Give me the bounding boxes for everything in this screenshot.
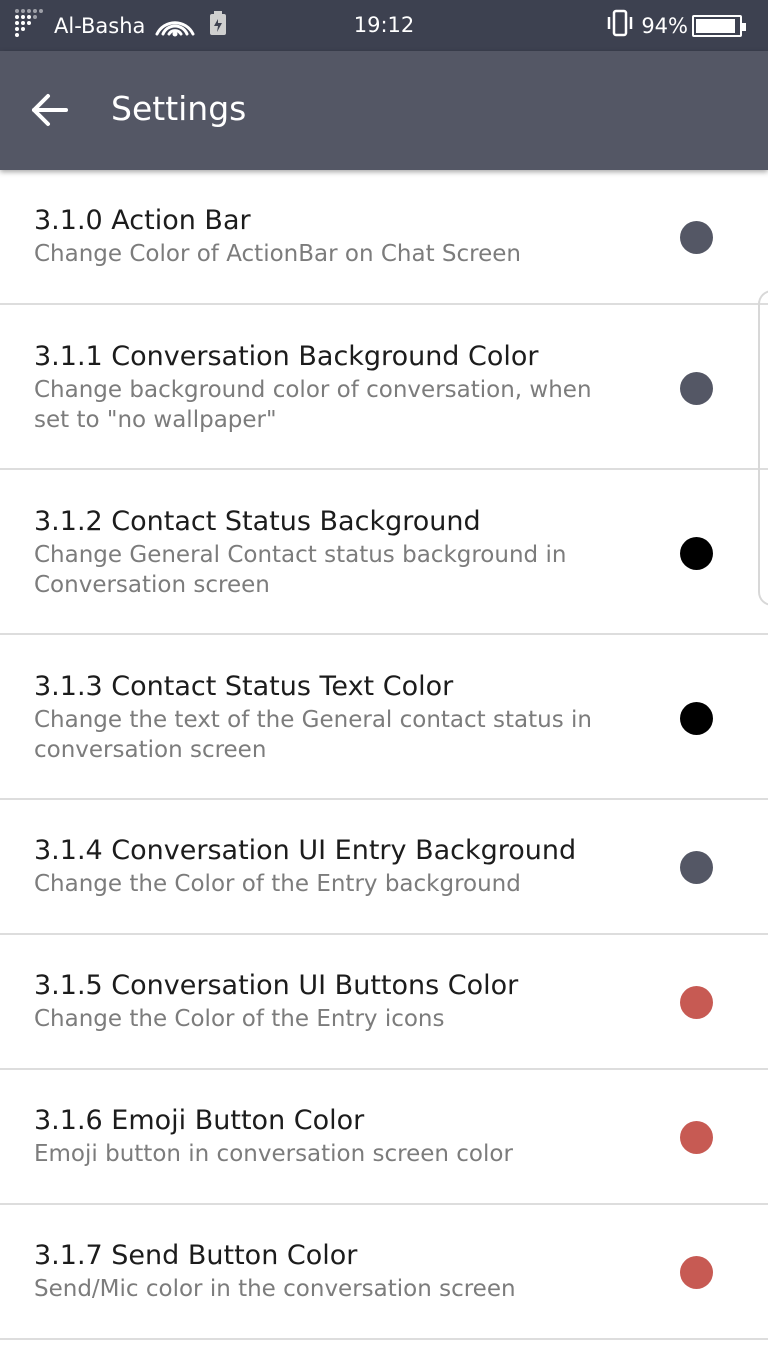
arrow-back-icon <box>31 93 69 131</box>
setting-item-contact-status-background[interactable]: 3.1.2 Contact Status Background Change G… <box>0 470 768 635</box>
status-bar-left: Al-Basha <box>14 0 227 51</box>
status-bar-right: 94% <box>605 0 746 51</box>
signal-icon <box>14 8 44 43</box>
back-button[interactable] <box>22 84 78 140</box>
color-preview-swatch[interactable] <box>680 851 713 884</box>
vibrate-icon <box>605 9 635 42</box>
carrier-name: Al-Basha <box>54 13 146 38</box>
setting-summary: Change Color of ActionBar on Chat Screen <box>34 241 521 267</box>
setting-item-send-button[interactable]: 3.1.7 Send Button Color Send/Mic color i… <box>0 1205 768 1340</box>
color-preview-swatch[interactable] <box>680 537 713 570</box>
setting-title: 3.1.5 Conversation UI Buttons Color <box>34 970 519 1001</box>
setting-item-contact-status-text[interactable]: 3.1.3 Contact Status Text Color Change t… <box>0 635 768 800</box>
setting-item-emoji-button[interactable]: 3.1.6 Emoji Button Color Emoji button in… <box>0 1070 768 1205</box>
color-preview-swatch[interactable] <box>680 1256 713 1289</box>
setting-summary: Change the Color of the Entry background <box>34 871 521 897</box>
setting-summary: Change background color of conversation,… <box>34 377 592 433</box>
battery-saver-icon <box>209 10 227 41</box>
app-bar: Settings <box>0 51 768 170</box>
setting-title: 3.1.6 Emoji Button Color <box>34 1105 365 1136</box>
wifi-icon <box>153 8 197 43</box>
color-preview-swatch[interactable] <box>680 1121 713 1154</box>
color-preview-swatch[interactable] <box>680 221 713 254</box>
page-title: Settings <box>111 89 247 128</box>
setting-summary: Change the text of the General contact s… <box>34 707 592 763</box>
setting-title: 3.1.0 Action Bar <box>34 205 251 236</box>
setting-title: 3.1.7 Send Button Color <box>34 1240 358 1271</box>
color-preview-swatch[interactable] <box>680 986 713 1019</box>
setting-item-action-bar[interactable]: 3.1.0 Action Bar Change Color of ActionB… <box>0 170 768 305</box>
edge-panel-handle[interactable] <box>758 290 768 606</box>
battery-icon <box>692 14 746 37</box>
battery-level-fill <box>696 18 736 33</box>
setting-title: 3.1.2 Contact Status Background <box>34 506 481 537</box>
setting-item-conversation-background[interactable]: 3.1.1 Conversation Background Color Chan… <box>0 305 768 470</box>
setting-summary: Emoji button in conversation screen colo… <box>34 1141 513 1167</box>
setting-item-entry-background[interactable]: 3.1.4 Conversation UI Entry Background C… <box>0 800 768 935</box>
color-preview-swatch[interactable] <box>680 702 713 735</box>
setting-title: 3.1.4 Conversation UI Entry Background <box>34 835 577 866</box>
setting-title: 3.1.1 Conversation Background Color <box>34 341 539 372</box>
setting-item-entry-buttons[interactable]: 3.1.5 Conversation UI Buttons Color Chan… <box>0 935 768 1070</box>
setting-summary: Send/Mic color in the conversation scree… <box>34 1276 516 1302</box>
setting-title: 3.1.3 Contact Status Text Color <box>34 671 454 702</box>
battery-percent: 94% <box>641 13 688 38</box>
setting-summary: Change the Color of the Entry icons <box>34 1006 445 1032</box>
color-preview-swatch[interactable] <box>680 372 713 405</box>
setting-summary: Change General Contact status background… <box>34 542 567 598</box>
status-bar: Al-Basha 19:12 94% <box>0 0 768 51</box>
settings-list: 3.1.0 Action Bar Change Color of ActionB… <box>0 170 768 1340</box>
